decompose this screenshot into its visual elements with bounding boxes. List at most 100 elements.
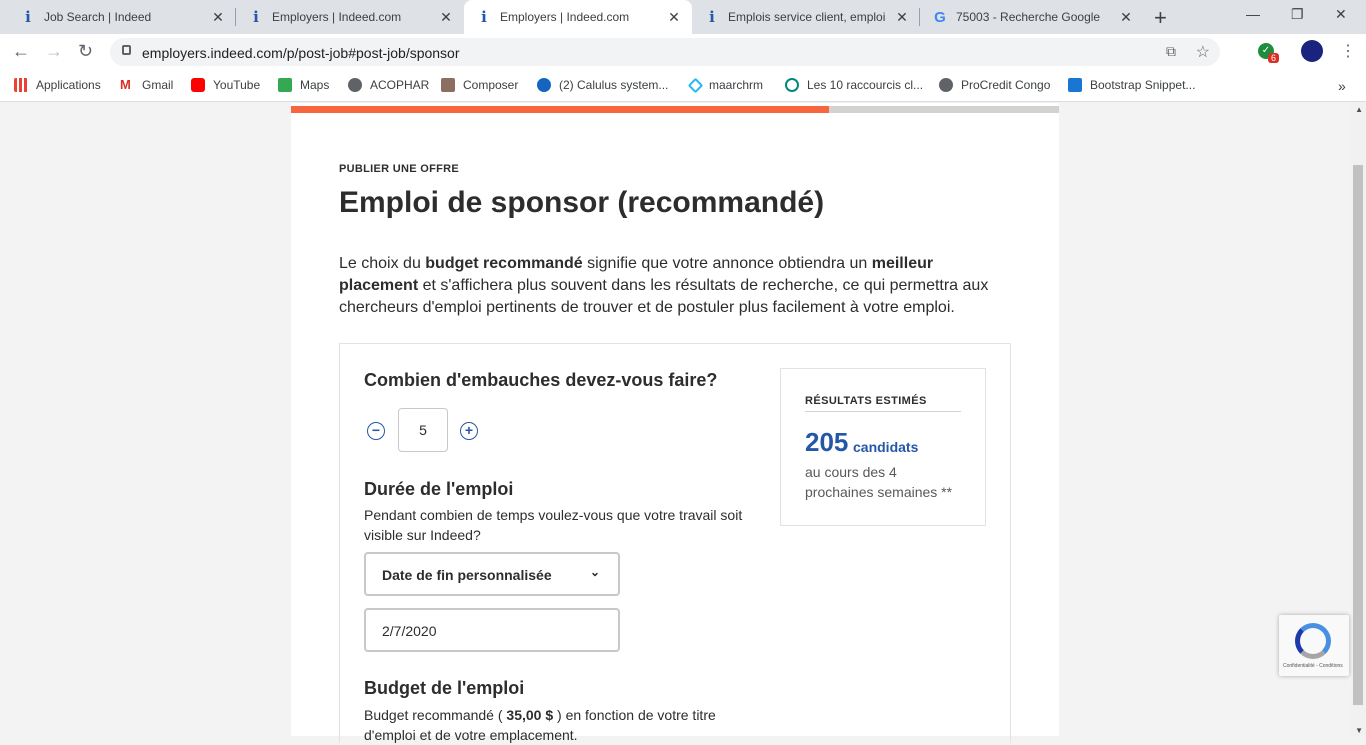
budget-amount: 35,00 $ bbox=[506, 707, 554, 723]
end-date-input[interactable]: 2/7/2020 bbox=[364, 608, 620, 652]
tab-job-search[interactable]: i Job Search | Indeed ✕ bbox=[8, 0, 236, 34]
indeed-icon: i bbox=[481, 8, 487, 26]
results-title: RÉSULTATS ESTIMÉS bbox=[805, 395, 961, 412]
duration-help: Pendant combien de temps voulez-vous que… bbox=[364, 507, 743, 543]
bookmark-label: YouTube bbox=[213, 78, 261, 92]
bookmark-maps[interactable]: Maps bbox=[278, 78, 329, 92]
new-tab-button[interactable]: + bbox=[1154, 5, 1167, 31]
bookmark-label: Applications bbox=[36, 78, 101, 92]
bootstrap-icon bbox=[1068, 78, 1082, 92]
maarch-icon bbox=[687, 77, 704, 93]
scroll-up-icon[interactable]: ▲ bbox=[1355, 105, 1363, 114]
recaptcha-caption: Confidentialité - Conditions bbox=[1283, 663, 1343, 669]
bookmark-label: Bootstrap Snippet... bbox=[1090, 78, 1196, 92]
bookmark-label: Maps bbox=[300, 78, 330, 92]
url-text: employers.indeed.com/p/post-job#post-job… bbox=[142, 45, 460, 61]
tab-title: Emplois service client, emploi bbox=[728, 10, 886, 24]
avatar[interactable] bbox=[1301, 40, 1323, 62]
bookmark-label: Gmail bbox=[142, 78, 174, 92]
page-title: Emploi de sponsor (recommandé) bbox=[339, 186, 825, 219]
bookmark-label: ACOPHAR bbox=[370, 78, 430, 92]
maximize-icon[interactable]: ❐ bbox=[1291, 6, 1304, 23]
extension-badge: 6 bbox=[1268, 53, 1280, 63]
bookmarks-bar: Applications M Gmail YouTube Maps ACOPHAR… bbox=[0, 70, 1366, 102]
bookmarks-overflow-icon[interactable]: » bbox=[1338, 78, 1346, 94]
reload-icon[interactable]: ↻ bbox=[78, 41, 93, 62]
bookmark-maarchrm[interactable]: maarchrm bbox=[687, 77, 764, 93]
eyebrow-label: PUBLIER UNE OFFRE bbox=[339, 163, 459, 175]
translate-icon[interactable]: ⧉ bbox=[1166, 43, 1176, 60]
budget-help: Budget recommandé ( 35,00 $ ) en fonctio… bbox=[364, 707, 716, 743]
indeed-icon: i bbox=[709, 8, 715, 26]
tab-title: Job Search | Indeed bbox=[44, 10, 152, 24]
tab-title: Employers | Indeed.com bbox=[272, 10, 402, 24]
bookmark-label: maarchrm bbox=[709, 78, 764, 92]
youtube-icon bbox=[191, 78, 205, 92]
duration-select[interactable]: Date de fin personnalisée ⌄ bbox=[364, 552, 620, 596]
results-count: 205 bbox=[805, 427, 849, 457]
recaptcha-icon bbox=[1295, 623, 1331, 659]
bookmark-label: ProCredit Congo bbox=[961, 78, 1051, 92]
duration-select-value: Date de fin personnalisée bbox=[382, 567, 552, 583]
close-icon[interactable]: ✕ bbox=[664, 9, 684, 26]
progress-fill bbox=[291, 106, 829, 113]
tab-title: Employers | Indeed.com bbox=[500, 10, 630, 24]
tab-employers-active[interactable]: i Employers | Indeed.com ✕ bbox=[464, 0, 692, 34]
minimize-icon[interactable]: — bbox=[1246, 6, 1260, 22]
apps-icon bbox=[14, 78, 28, 92]
tab-employers-1[interactable]: i Employers | Indeed.com ✕ bbox=[236, 0, 464, 34]
close-icon[interactable]: ✕ bbox=[892, 9, 912, 26]
bookmark-composer[interactable]: Composer bbox=[441, 78, 518, 92]
results-unit: candidats bbox=[853, 439, 919, 455]
estimated-results-box: RÉSULTATS ESTIMÉS 205 candidats au cours… bbox=[780, 368, 986, 526]
bookmark-youtube[interactable]: YouTube bbox=[191, 78, 260, 92]
lock-icon bbox=[122, 45, 131, 55]
results-description: au cours des 4 prochaines semaines ** bbox=[805, 464, 953, 500]
star-icon[interactable]: ☆ bbox=[1196, 42, 1210, 62]
chevron-down-icon: ⌄ bbox=[589, 565, 600, 579]
tab-google[interactable]: G 75003 - Recherche Google ✕ bbox=[920, 0, 1144, 34]
raccourcis-icon bbox=[785, 78, 799, 92]
indeed-icon: i bbox=[253, 8, 259, 26]
window-close-icon[interactable]: ✕ bbox=[1335, 6, 1347, 23]
tab-title: 75003 - Recherche Google bbox=[956, 10, 1101, 24]
intro-text: Le choix du budget recommandé signifie q… bbox=[339, 255, 989, 316]
bookmark-label: Les 10 raccourcis cl... bbox=[807, 78, 924, 92]
scrollbar-thumb[interactable] bbox=[1353, 165, 1363, 705]
globe-icon bbox=[348, 78, 362, 92]
close-icon[interactable]: ✕ bbox=[1116, 9, 1136, 26]
forward-icon[interactable]: → bbox=[45, 41, 63, 62]
close-icon[interactable]: ✕ bbox=[208, 9, 228, 26]
decrement-button[interactable]: − bbox=[367, 422, 385, 440]
recaptcha-badge[interactable]: Confidentialité - Conditions bbox=[1279, 615, 1349, 676]
bookmark-procredit[interactable]: ProCredit Congo bbox=[939, 78, 1050, 92]
menu-icon[interactable]: ⋮ bbox=[1340, 41, 1356, 61]
close-icon[interactable]: ✕ bbox=[436, 9, 456, 26]
scroll-down-icon[interactable]: ▼ bbox=[1355, 726, 1363, 735]
globe-icon bbox=[939, 78, 953, 92]
back-icon[interactable]: ← bbox=[12, 41, 30, 62]
progress-bar bbox=[291, 106, 1059, 113]
bookmark-acophar[interactable]: ACOPHAR bbox=[348, 78, 429, 92]
google-icon: G bbox=[934, 8, 946, 26]
scrollbar[interactable] bbox=[1351, 103, 1366, 736]
bookmark-calulus[interactable]: (2) Calulus system... bbox=[537, 78, 668, 92]
bookmark-bootstrap[interactable]: Bootstrap Snippet... bbox=[1068, 78, 1195, 92]
bookmark-label: Composer bbox=[463, 78, 519, 92]
hires-question: Combien d'embauches devez-vous faire? bbox=[364, 370, 718, 390]
indeed-icon: i bbox=[25, 8, 31, 26]
bookmark-label: (2) Calulus system... bbox=[559, 78, 669, 92]
address-bar[interactable]: employers.indeed.com/p/post-job#post-job… bbox=[110, 38, 1220, 66]
composer-icon bbox=[441, 78, 455, 92]
calulus-icon bbox=[537, 78, 551, 92]
toolbar: ← → ↻ employers.indeed.com/p/post-job#po… bbox=[0, 34, 1366, 70]
bookmark-applications[interactable]: Applications bbox=[14, 78, 101, 92]
tab-emplois[interactable]: i Emplois service client, emploi ✕ bbox=[692, 0, 920, 34]
increment-button[interactable]: + bbox=[460, 422, 478, 440]
tab-bar: i Job Search | Indeed ✕ i Employers | In… bbox=[0, 0, 1366, 34]
budget-title: Budget de l'emploi bbox=[364, 678, 525, 698]
hires-quantity-input[interactable]: 5 bbox=[398, 408, 448, 452]
bookmark-raccourcis[interactable]: Les 10 raccourcis cl... bbox=[785, 78, 923, 92]
bookmark-gmail[interactable]: M Gmail bbox=[120, 77, 174, 93]
gmail-icon: M bbox=[120, 77, 131, 92]
